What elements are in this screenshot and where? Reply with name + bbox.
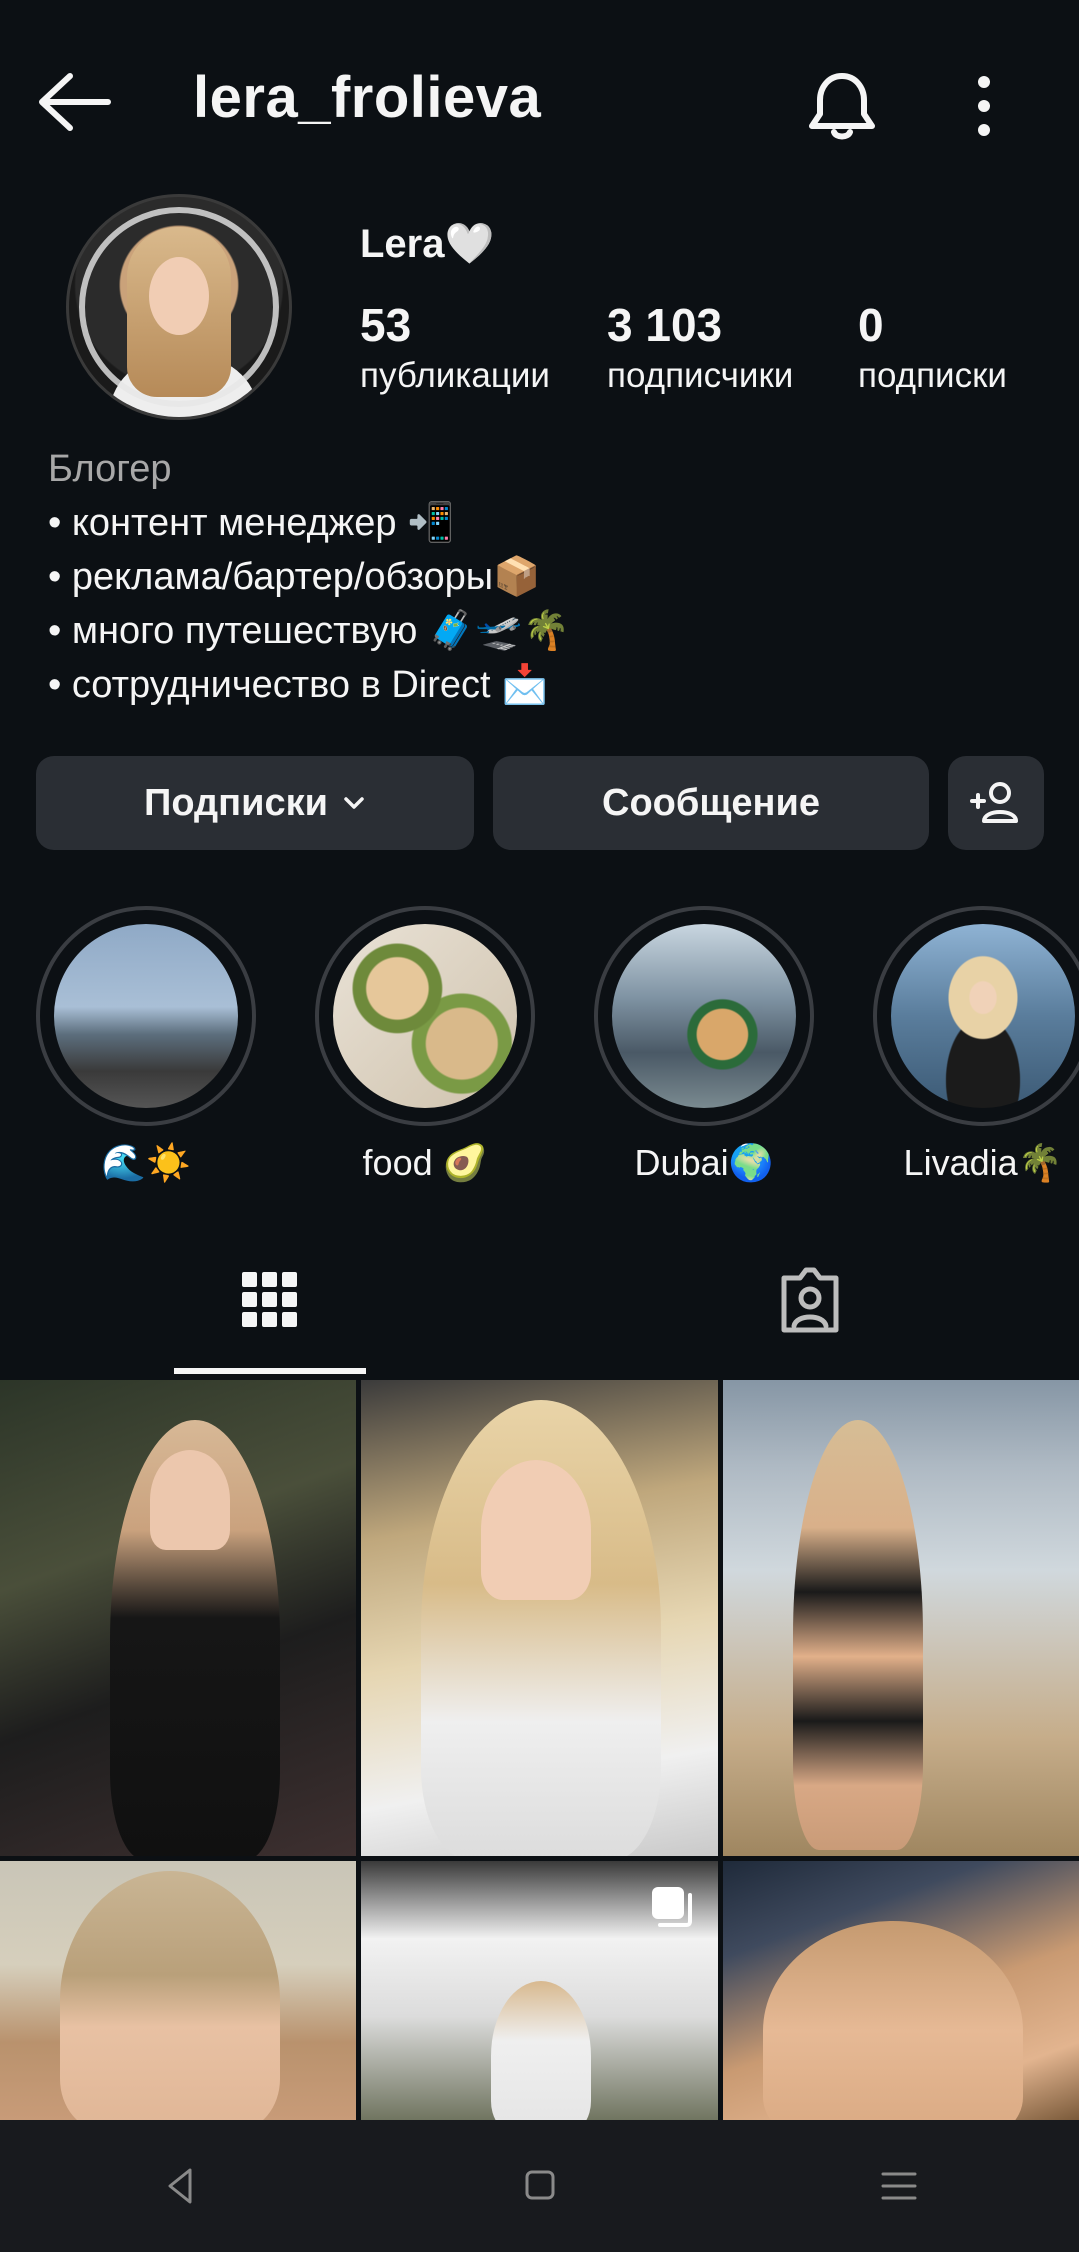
- story-highlight[interactable]: Livadia🌴: [870, 906, 1079, 1184]
- profile-avatar[interactable]: [66, 194, 292, 420]
- tab-grid[interactable]: [174, 1230, 540, 1380]
- profile-tabs: [0, 1230, 1079, 1380]
- stat-posts-label: публикации: [360, 356, 550, 395]
- display-name: Lera🤍: [360, 222, 495, 266]
- multiple-photos-icon: [652, 1887, 692, 1927]
- bio-category: Блогер: [48, 448, 172, 490]
- stat-posts-value: 53: [360, 299, 412, 351]
- message-button[interactable]: Сообщение: [493, 756, 929, 850]
- nav-back-icon[interactable]: [150, 2156, 210, 2216]
- post-thumbnail[interactable]: [0, 1861, 356, 2120]
- nav-recents-icon[interactable]: [869, 2156, 929, 2216]
- story-highlight[interactable]: food 🥑: [312, 906, 538, 1184]
- post-thumbnail[interactable]: [361, 1861, 718, 2120]
- stat-followers-label: подписчики: [607, 356, 794, 395]
- following-button[interactable]: Подписки: [36, 756, 474, 850]
- stat-following-label: подписки: [858, 356, 1007, 395]
- bell-icon[interactable]: [802, 66, 882, 146]
- profile-username: lera_frolieva: [193, 65, 542, 130]
- story-highlight[interactable]: Dubai🌍: [591, 906, 817, 1184]
- message-button-label: Сообщение: [602, 781, 820, 824]
- chevron-down-icon: [344, 797, 364, 809]
- following-button-label: Подписки: [144, 781, 328, 824]
- person-add-icon: [970, 782, 1018, 823]
- profile-header: lera_frolieva: [0, 0, 1079, 200]
- bio-line: • реклама/бартер/обзоры📦: [48, 556, 541, 598]
- stat-posts[interactable]: 53 публикации: [360, 298, 550, 396]
- system-nav-bar: [0, 2120, 1079, 2252]
- post-thumbnail[interactable]: [361, 1380, 718, 1856]
- post-thumbnail[interactable]: [723, 1861, 1079, 2120]
- story-highlight[interactable]: 🌊☀️: [33, 906, 259, 1184]
- stat-following-value: 0: [858, 299, 884, 351]
- grid-icon: [242, 1272, 297, 1327]
- stat-followers[interactable]: 3 103 подписчики: [607, 298, 793, 396]
- more-vertical-icon[interactable]: [950, 66, 1018, 146]
- highlight-label: Livadia🌴: [903, 1142, 1063, 1183]
- stat-followers-value: 3 103: [607, 299, 723, 351]
- highlight-label: Dubai🌍: [634, 1142, 774, 1183]
- posts-grid: [0, 1380, 1079, 2120]
- tab-tagged[interactable]: [740, 1230, 880, 1380]
- nav-home-icon[interactable]: [509, 2156, 569, 2216]
- stat-following[interactable]: 0 подписки: [858, 298, 1007, 396]
- highlight-label: food 🥑: [362, 1142, 488, 1183]
- bio-line: • контент менеджер 📲: [48, 502, 455, 544]
- tagged-person-icon: [781, 1267, 839, 1333]
- arrow-left-icon[interactable]: [30, 60, 120, 150]
- highlight-label: 🌊☀️: [101, 1142, 191, 1183]
- profile-bio: Блогер • контент менеджер 📲 • реклама/ба…: [48, 442, 570, 712]
- bio-line: • сотрудничество в Direct 📩: [48, 664, 549, 706]
- bio-line: • много путешествую 🧳🛫🌴: [48, 610, 570, 652]
- post-thumbnail[interactable]: [0, 1380, 356, 1856]
- tab-active-indicator: [174, 1368, 366, 1374]
- add-user-button[interactable]: [948, 756, 1044, 850]
- post-thumbnail[interactable]: [723, 1380, 1079, 1856]
